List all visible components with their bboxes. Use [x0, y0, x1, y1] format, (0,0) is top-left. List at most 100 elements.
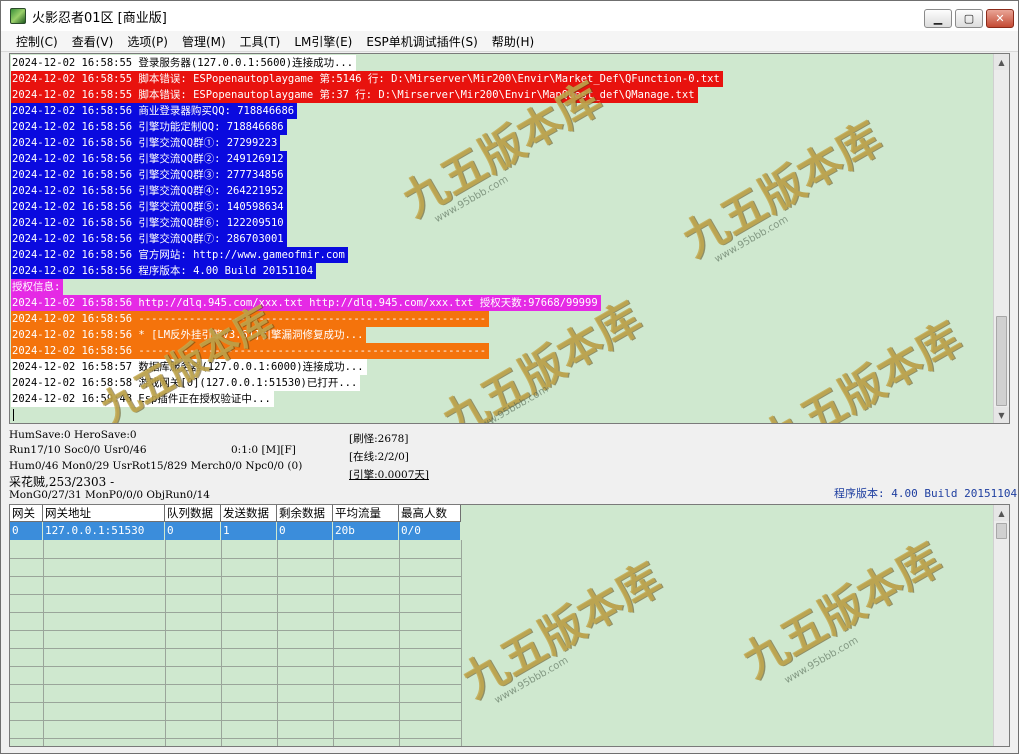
log-line-text: 2024-12-02 16:58:56 引擎交流QQ群②: 249126912 — [11, 151, 287, 167]
log-line: 2024-12-02 16:58:55 脚本错误: ESPopenautopla… — [11, 71, 993, 87]
grid-line — [461, 540, 462, 746]
log-line: 2024-12-02 16:58:56 引擎交流QQ群③: 277734856 — [11, 167, 993, 183]
grid-line — [10, 720, 461, 721]
log-line: 2024-12-02 16:58:56 * [LM反外挂引擎v3.61]引擎漏洞… — [11, 327, 993, 343]
log-line-text: 2024-12-02 16:58:56 引擎交流QQ群⑥: 122209510 — [11, 215, 287, 231]
status-humsave: HumSave:0 HeroSave:0 — [9, 429, 137, 441]
column-header-send-data[interactable]: 发送数据 — [221, 505, 277, 522]
grid-line — [333, 540, 334, 746]
table-cell: 127.0.0.1:51530 — [43, 522, 165, 540]
log-line: 2024-12-02 16:58:56 官方网站: http://www.gam… — [11, 247, 993, 263]
status-engine[interactable]: [引擎:0.0007天] — [349, 467, 429, 482]
log-line-text: 授权信息: — [11, 279, 64, 295]
table-scroll-thumb[interactable] — [996, 523, 1007, 539]
column-header-gateway-address[interactable]: 网关地址 — [43, 505, 165, 522]
log-vertical-scrollbar[interactable]: ▲ ▼ — [993, 54, 1009, 423]
grid-line — [10, 738, 461, 739]
grid-line — [43, 540, 44, 746]
log-line-text: 2024-12-02 16:58:56 官方网站: http://www.gam… — [11, 247, 348, 263]
minimize-button[interactable]: ▁ — [924, 9, 952, 28]
menu-tools[interactable]: 工具(T) — [233, 33, 288, 50]
log-line: 2024-12-02 16:58:56 程序版本: 4.00 Build 201… — [11, 263, 993, 279]
log-line-text: 2024-12-02 16:58:55 脚本错误: ESPopenautopla… — [11, 87, 698, 103]
table-header: 网关 网关地址 队列数据 发送数据 剩余数据 平均流量 最高人数 — [10, 505, 993, 522]
log-line: 2024-12-02 16:58:56 引擎交流QQ群⑦: 286703001 — [11, 231, 993, 247]
grid-line — [10, 576, 461, 577]
title-bar[interactable]: 火影忍者01区 [商业版] ▁ ▢ ✕ — [1, 1, 1018, 31]
table-cell: 0 — [165, 522, 221, 540]
log-line: 2024-12-02 16:58:55 脚本错误: ESPopenautopla… — [11, 87, 993, 103]
grid-line — [399, 540, 400, 746]
status-run: Run17/10 Soc0/0 Usr0/46 — [9, 444, 147, 456]
log-line: 2024-12-02 16:58:58 游戏网关[0](127.0.0.1:51… — [11, 375, 993, 391]
column-header-max-users[interactable]: 最高人数 — [399, 505, 461, 522]
table-row[interactable]: 0 127.0.0.1:51530 0 1 0 20b 0/0 — [10, 522, 993, 540]
gateway-table-panel[interactable]: 网关 网关地址 队列数据 发送数据 剩余数据 平均流量 最高人数 0 127.0… — [9, 504, 1010, 747]
table-cell: 0 — [10, 522, 43, 540]
log-line-text: 2024-12-02 16:58:56 商业登录器购买QQ: 718846686 — [11, 103, 298, 119]
table-vertical-scrollbar[interactable]: ▲ — [993, 505, 1009, 746]
window-controls: ▁ ▢ ✕ — [924, 9, 1014, 28]
menu-options[interactable]: 选项(P) — [120, 33, 175, 50]
grid-line — [165, 540, 166, 746]
menu-esp-plugin[interactable]: ESP单机调试插件(S) — [359, 33, 484, 50]
log-line: 2024-12-02 16:58:56 引擎交流QQ群⑤: 140598634 — [11, 199, 993, 215]
app-icon — [10, 8, 26, 24]
status-hum: Hum0/46 Mon0/29 UsrRot15/829 Merch0/0 Np… — [9, 460, 303, 472]
log-line-text: 2024-12-02 16:59:48 Esp插件正在授权验证中... — [11, 391, 274, 407]
menu-view[interactable]: 查看(V) — [65, 33, 121, 50]
log-line: 2024-12-02 16:58:56 引擎交流QQ群⑥: 122209510 — [11, 215, 993, 231]
main-window: 火影忍者01区 [商业版] ▁ ▢ ✕ 控制(C) 查看(V) 选项(P) 管理… — [0, 0, 1019, 754]
status-mongo: MonG0/27/31 MonP0/0/0 ObjRun0/14 — [9, 489, 210, 501]
log-line: 2024-12-02 16:59:48 Esp插件正在授权验证中... — [11, 391, 993, 407]
grid-line — [221, 540, 222, 746]
menu-control[interactable]: 控制(C) — [9, 33, 65, 50]
scroll-up-arrow-icon[interactable]: ▲ — [994, 54, 1009, 70]
log-line: 2024-12-02 16:58:56 引擎交流QQ群④: 264221952 — [11, 183, 993, 199]
menu-manage[interactable]: 管理(M) — [175, 33, 233, 50]
column-header-remaining-data[interactable]: 剩余数据 — [277, 505, 333, 522]
status-online: [在线:2/2/0] — [349, 451, 409, 463]
log-line-text: 2024-12-02 16:58:56 引擎交流QQ群⑤: 140598634 — [11, 199, 287, 215]
status-time: 0:1:0 [M][F] — [231, 444, 296, 456]
log-line: 2024-12-02 16:58:55 登录服务器(127.0.0.1:5600… — [11, 55, 993, 71]
log-line-text: 2024-12-02 16:58:56 程序版本: 4.00 Build 201… — [11, 263, 317, 279]
log-line-text: 2024-12-02 16:58:56 * [LM反外挂引擎v3.61]引擎漏洞… — [11, 327, 367, 343]
grid-line — [10, 612, 461, 613]
menu-help[interactable]: 帮助(H) — [485, 33, 541, 50]
grid-line — [277, 540, 278, 746]
maximize-button[interactable]: ▢ — [955, 9, 983, 28]
text-cursor — [13, 409, 14, 421]
log-line: 2024-12-02 16:58:56 引擎功能定制QQ: 718846686 — [11, 119, 993, 135]
close-button[interactable]: ✕ — [986, 9, 1014, 28]
log-scroll-thumb[interactable] — [996, 316, 1007, 406]
log-line-text: 2024-12-02 16:58:56 引擎交流QQ群③: 277734856 — [11, 167, 287, 183]
log-line: 2024-12-02 16:58:56 http://dlq.945.com/x… — [11, 295, 993, 311]
grid-line — [10, 684, 461, 685]
grid-line — [10, 558, 461, 559]
status-refresh-monster: [刷怪:2678] — [349, 433, 409, 445]
grid-line — [10, 702, 461, 703]
scroll-up-arrow-icon[interactable]: ▲ — [994, 505, 1009, 521]
log-line: 2024-12-02 16:58:56 --------------------… — [11, 311, 993, 327]
log-line-text: 2024-12-02 16:58:56 引擎功能定制QQ: 718846686 — [11, 119, 287, 135]
menu-lm-engine[interactable]: LM引擎(E) — [287, 33, 359, 50]
log-line-text: 2024-12-02 16:58:56 引擎交流QQ群①: 27299223 — [11, 135, 281, 151]
log-line: 2024-12-02 16:58:56 引擎交流QQ群①: 27299223 — [11, 135, 993, 151]
table-cell: 0/0 — [399, 522, 461, 540]
log-line-text: 2024-12-02 16:58:57 数据库服务器(127.0.0.1:600… — [11, 359, 367, 375]
column-header-queue-data[interactable]: 队列数据 — [165, 505, 221, 522]
table-cell: 0 — [277, 522, 333, 540]
log-line: 2024-12-02 16:58:56 商业登录器购买QQ: 718846686 — [11, 103, 993, 119]
menu-bar: 控制(C) 查看(V) 选项(P) 管理(M) 工具(T) LM引擎(E) ES… — [1, 31, 1018, 52]
column-header-gateway[interactable]: 网关 — [10, 505, 43, 522]
log-line-text: 2024-12-02 16:58:56 http://dlq.945.com/x… — [11, 295, 601, 311]
log-line: 2024-12-02 16:58:56 引擎交流QQ群②: 249126912 — [11, 151, 993, 167]
log-line-text: 2024-12-02 16:58:56 --------------------… — [11, 311, 490, 327]
table-cell: 1 — [221, 522, 277, 540]
status-area: HumSave:0 HeroSave:0 Run17/10 Soc0/0 Usr… — [9, 427, 1017, 503]
column-header-avg-traffic[interactable]: 平均流量 — [333, 505, 399, 522]
log-line-text: 2024-12-02 16:58:56 引擎交流QQ群④: 264221952 — [11, 183, 287, 199]
scroll-down-arrow-icon[interactable]: ▼ — [994, 407, 1009, 423]
log-panel[interactable]: 2024-12-02 16:58:55 登录服务器(127.0.0.1:5600… — [9, 53, 1010, 424]
